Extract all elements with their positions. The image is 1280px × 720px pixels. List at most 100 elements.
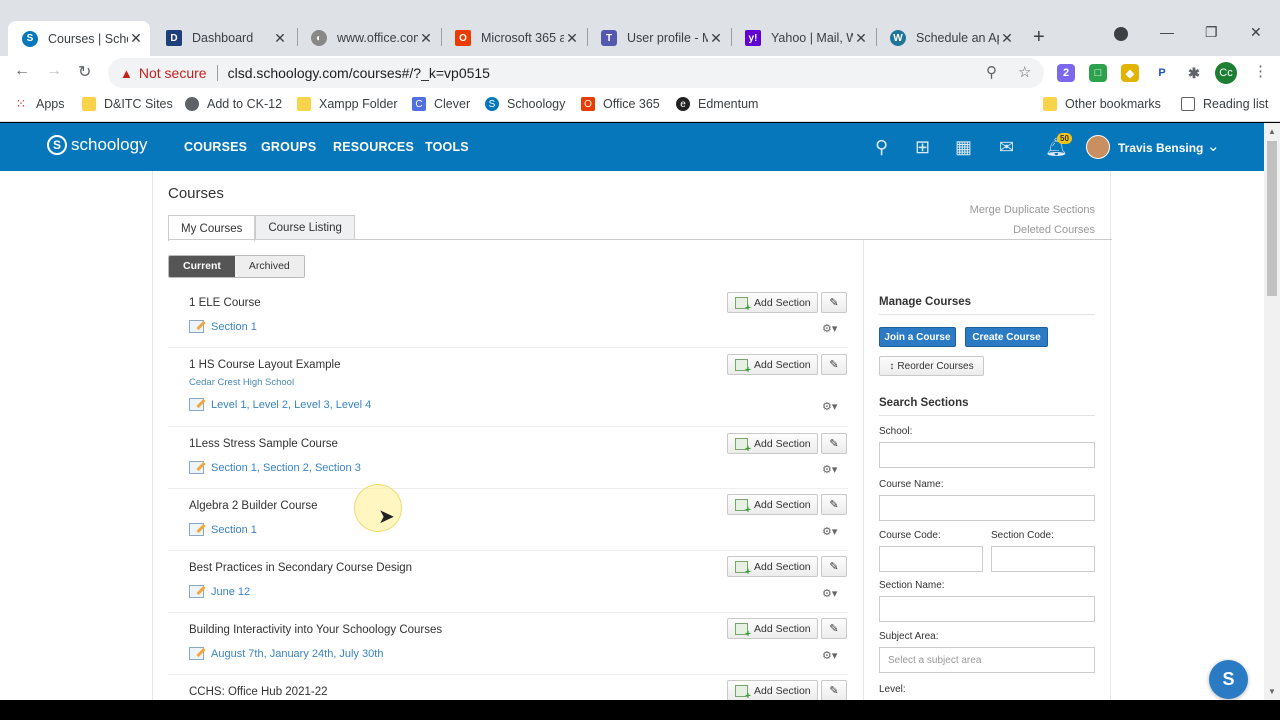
bookmark-item[interactable]: O Office 365 <box>581 97 660 111</box>
user-name[interactable]: Travis Bensing <box>1118 141 1203 155</box>
nav-groups[interactable]: GROUPS <box>261 140 316 154</box>
browser-tab[interactable]: O Microsoft 365 a ✕ <box>441 24 586 52</box>
section-links[interactable]: Section 1 <box>211 321 257 333</box>
course-sections[interactable]: August 7th, January 24th, July 30th <box>189 647 383 660</box>
merge-duplicate-sections-link[interactable]: Merge Duplicate Sections <box>970 200 1095 220</box>
create-course-button[interactable]: Create Course <box>965 327 1048 347</box>
browser-tab[interactable]: ◐ www.office.com ✕ <box>297 24 440 52</box>
menu-icon[interactable]: ⋮ <box>1253 62 1268 80</box>
scroll-down-icon[interactable]: ▼ <box>1268 687 1276 696</box>
edit-pencil-icon[interactable]: ✎ <box>821 556 847 577</box>
course-sections[interactable]: Section 1 <box>189 523 257 536</box>
course-name[interactable]: Best Practices in Secondary Course Desig… <box>189 562 412 574</box>
subject-area-select[interactable]: Select a subject area <box>879 647 1095 673</box>
address-bar[interactable]: ▲ Not secure clsd.schoology.com/courses#… <box>108 58 1044 88</box>
section-links[interactable]: Level 1, Level 2, Level 3, Level 4 <box>211 399 371 411</box>
bookmark-folder[interactable]: Xampp Folder <box>297 97 398 111</box>
add-section-button[interactable]: Add Section <box>727 556 818 578</box>
gear-icon[interactable]: ⚙▾ <box>822 322 837 335</box>
profile-avatar[interactable]: Cc <box>1215 62 1237 84</box>
restore-icon[interactable]: ❐ <box>1205 24 1218 41</box>
close-window-icon[interactable]: ✕ <box>1250 24 1262 41</box>
add-section-button[interactable]: Add Section <box>727 292 818 314</box>
schoology-logo[interactable]: S schoology <box>47 135 148 155</box>
school-field[interactable] <box>879 442 1095 468</box>
course-name[interactable]: Algebra 2 Builder Course <box>189 500 318 512</box>
extension-icon[interactable]: 2 <box>1057 64 1075 82</box>
course-name-field[interactable] <box>879 495 1095 521</box>
course-sections[interactable]: June 12 <box>189 585 250 598</box>
section-code-field[interactable] <box>991 546 1095 572</box>
tab-search-icon[interactable] <box>1114 27 1128 41</box>
course-sections[interactable]: Section 1 <box>189 320 257 333</box>
course-name[interactable]: CCHS: Office Hub 2021-22 <box>189 686 328 698</box>
section-links[interactable]: Section 1 <box>211 524 257 536</box>
bookmark-star-icon[interactable]: ☆ <box>1018 63 1031 81</box>
close-tab-icon[interactable]: ✕ <box>708 30 724 47</box>
extension-icon[interactable]: P <box>1153 64 1171 82</box>
course-name[interactable]: Building Interactivity into Your Schoolo… <box>189 624 442 636</box>
section-name-field[interactable] <box>879 596 1095 622</box>
reading-list[interactable]: Reading list <box>1181 97 1268 111</box>
deleted-courses-link[interactable]: Deleted Courses <box>970 220 1095 240</box>
mail-icon[interactable]: ✉ <box>999 137 1014 158</box>
forward-icon[interactable]: → <box>46 62 62 80</box>
bookmark-apps[interactable]: ⁙ Apps <box>14 96 65 111</box>
bookmark-item[interactable]: S Schoology <box>485 97 565 111</box>
extension-icon[interactable]: □ <box>1089 64 1107 82</box>
nav-courses[interactable]: COURSES <box>184 140 247 154</box>
section-links[interactable]: Section 1, Section 2, Section 3 <box>211 462 361 474</box>
edit-pencil-icon[interactable]: ✎ <box>821 292 847 313</box>
close-tab-icon[interactable]: ✕ <box>272 30 288 47</box>
back-icon[interactable]: ← <box>14 62 30 80</box>
url-text[interactable]: clsd.schoology.com/courses#/?_k=vp0515 <box>228 65 490 81</box>
section-links[interactable]: August 7th, January 24th, July 30th <box>211 648 383 660</box>
tab-course-listing[interactable]: Course Listing <box>255 215 355 240</box>
chevron-down-icon[interactable]: ⌄ <box>1207 137 1220 155</box>
minimize-icon[interactable]: — <box>1160 24 1174 40</box>
close-tab-icon[interactable]: ✕ <box>418 30 434 47</box>
reload-icon[interactable]: ↻ <box>78 62 91 82</box>
edit-pencil-icon[interactable]: ✎ <box>821 433 847 454</box>
nav-tools[interactable]: TOOLS <box>425 140 469 154</box>
search-icon[interactable]: ⚲ <box>875 137 888 158</box>
gear-icon[interactable]: ⚙▾ <box>822 649 837 662</box>
reorder-courses-button[interactable]: ↕ Reorder Courses <box>879 356 984 376</box>
course-name[interactable]: 1Less Stress Sample Course <box>189 438 338 450</box>
browser-tab[interactable]: T User profile - M ✕ <box>587 24 730 52</box>
close-tab-icon[interactable]: ✕ <box>564 30 580 47</box>
help-button[interactable]: S <box>1209 660 1248 699</box>
apps-grid-icon[interactable]: ⊞ <box>915 137 930 158</box>
browser-tab[interactable]: S Courses | Schoo ✕ <box>8 21 150 56</box>
gear-icon[interactable]: ⚙▾ <box>822 400 837 413</box>
add-section-button[interactable]: Add Section <box>727 494 818 516</box>
close-tab-icon[interactable]: ✕ <box>853 30 869 47</box>
puzzle-icon[interactable]: ✱ <box>1185 64 1203 82</box>
bookmark-item[interactable]: C Clever <box>412 97 470 111</box>
add-section-button[interactable]: Add Section <box>727 618 818 640</box>
bookmark-folder[interactable]: D&ITC Sites <box>82 97 173 111</box>
add-section-button[interactable]: Add Section <box>727 354 818 376</box>
avatar[interactable] <box>1086 135 1110 159</box>
edit-pencil-icon[interactable]: ✎ <box>821 354 847 375</box>
extension-icon[interactable]: ◆ <box>1121 64 1139 82</box>
course-name[interactable]: 1 HS Course Layout Example <box>189 359 341 371</box>
bookmark-item[interactable]: Add to CK-12 <box>185 97 282 111</box>
course-code-field[interactable] <box>879 546 983 572</box>
bookmark-item[interactable]: e Edmentum <box>676 97 758 111</box>
section-links[interactable]: June 12 <box>211 586 250 598</box>
zoom-icon[interactable]: ⚲ <box>986 63 997 81</box>
add-section-button[interactable]: Add Section <box>727 433 818 455</box>
close-tab-icon[interactable]: ✕ <box>128 30 144 47</box>
tab-my-courses[interactable]: My Courses <box>168 215 256 241</box>
warning-icon[interactable]: ▲ <box>120 66 133 81</box>
browser-tab[interactable]: D Dashboard ✕ <box>152 24 294 52</box>
course-sections[interactable]: Level 1, Level 2, Level 3, Level 4 <box>189 398 371 411</box>
other-bookmarks[interactable]: Other bookmarks <box>1043 97 1161 111</box>
gear-icon[interactable]: ⚙▾ <box>822 463 837 476</box>
edit-pencil-icon[interactable]: ✎ <box>821 494 847 515</box>
browser-tab[interactable]: y! Yahoo | Mail, W ✕ <box>731 24 875 52</box>
filter-current[interactable]: Current <box>169 256 235 277</box>
gear-icon[interactable]: ⚙▾ <box>822 525 837 538</box>
course-name[interactable]: 1 ELE Course <box>189 297 261 309</box>
